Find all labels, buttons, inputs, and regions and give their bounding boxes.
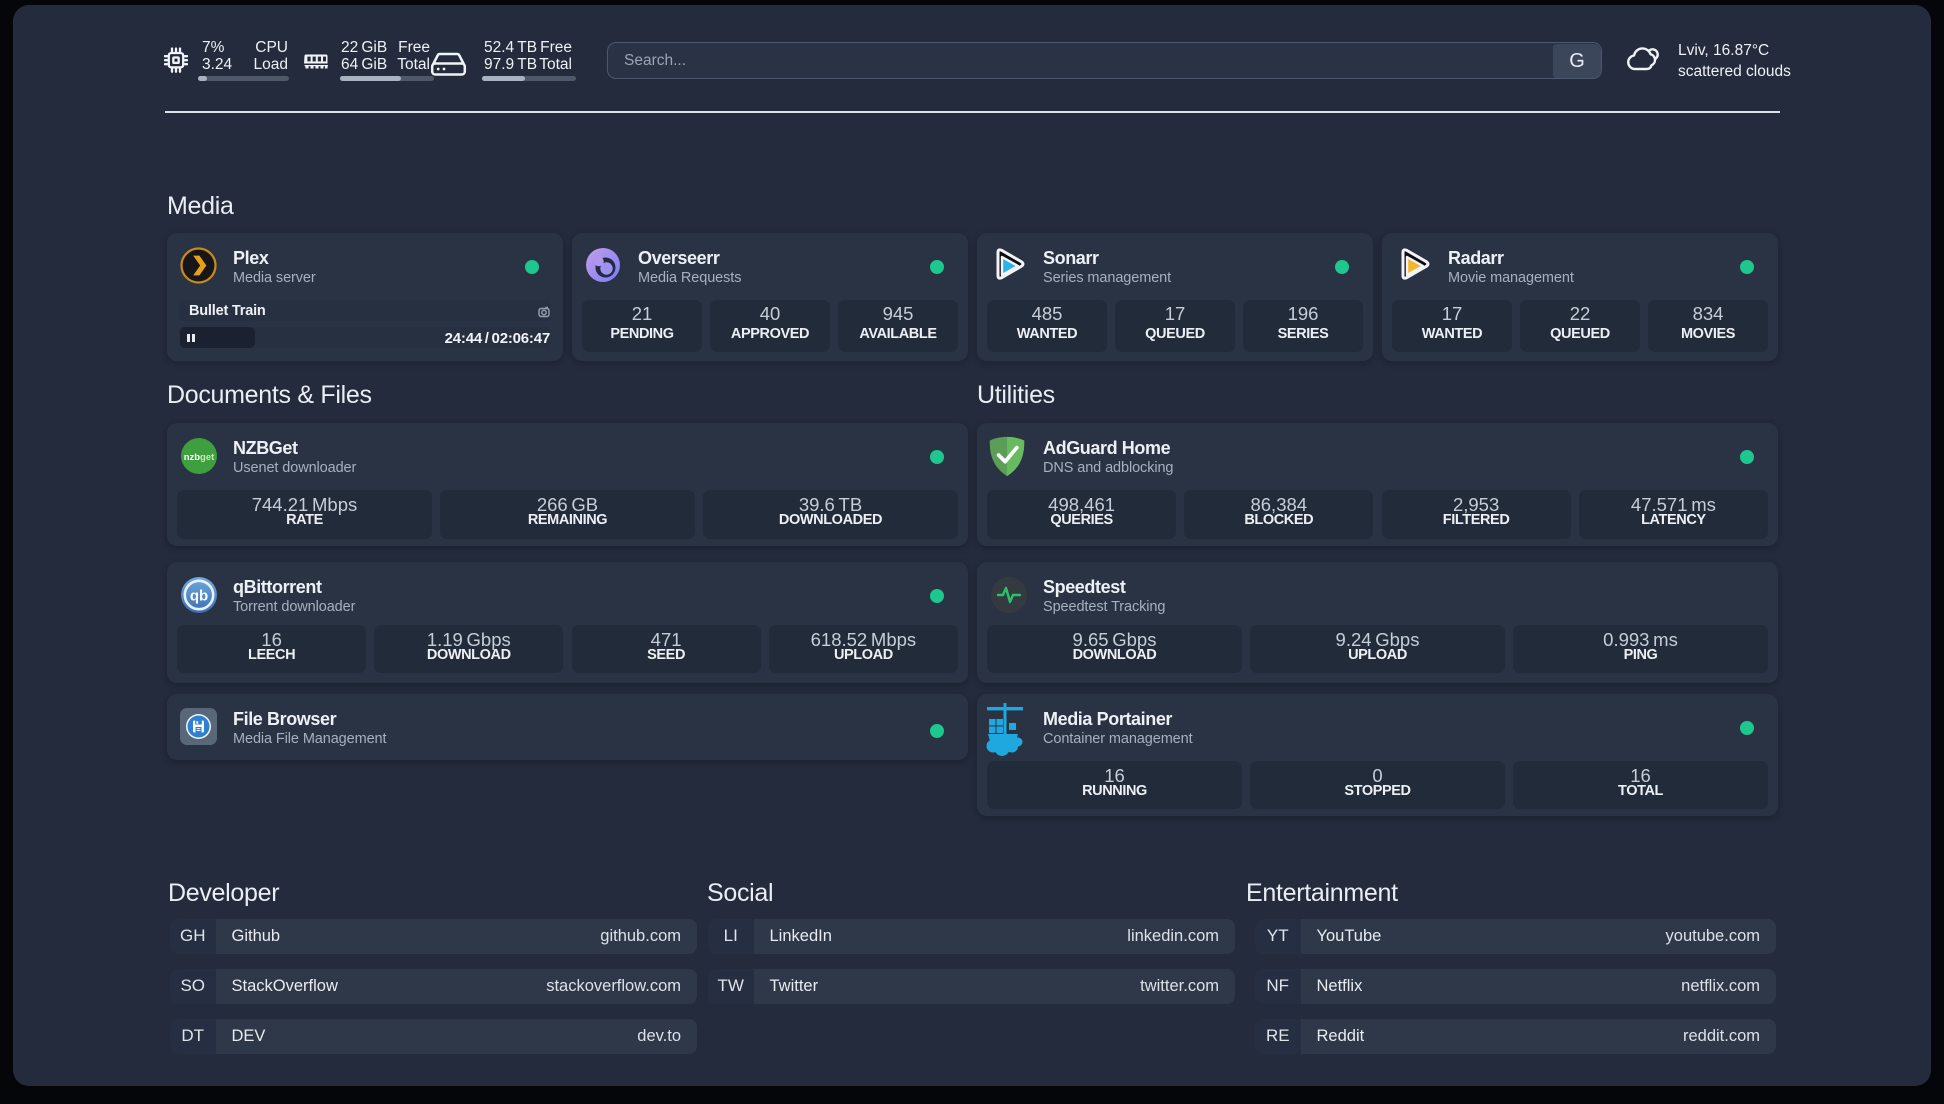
svg-text:nzbget: nzbget (184, 452, 215, 463)
svg-text:qb: qb (190, 588, 208, 605)
